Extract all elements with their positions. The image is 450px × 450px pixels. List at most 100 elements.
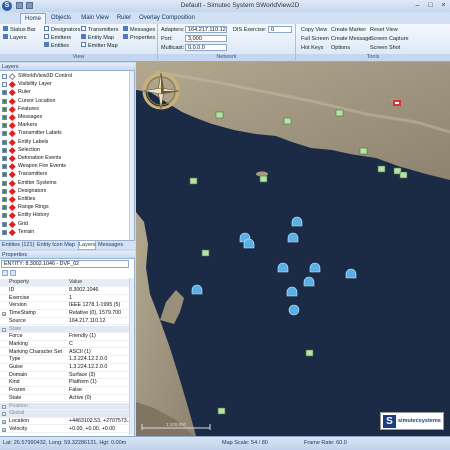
layer-checkbox[interactable] [2, 98, 7, 104]
status-bar-toggle[interactable]: Status Bar [3, 26, 36, 34]
marker-icon[interactable] [335, 109, 344, 117]
emitters-toggle[interactable]: Emitters [44, 34, 71, 42]
property-row[interactable]: ID 8.3002.1046 [0, 287, 129, 295]
property-row[interactable]: Guise 1.3.224.12.2.0.0 [0, 364, 129, 372]
options-button[interactable]: Options [331, 44, 350, 52]
tab-main-view[interactable]: Main View [78, 13, 112, 24]
designators-toggle[interactable]: Designators [44, 26, 80, 34]
marker-icon[interactable] [217, 407, 226, 415]
property-row[interactable]: Version IEEE 1278.1-1995 (5) [0, 302, 129, 310]
friendly-ship-icon[interactable] [191, 284, 203, 295]
friendly-ship-icon[interactable] [303, 276, 315, 287]
layer-checkbox[interactable] [2, 82, 7, 88]
layer-checkbox[interactable] [2, 139, 7, 145]
property-row[interactable]: Kind Platform (1) [0, 379, 129, 387]
friendly-ship-icon[interactable] [286, 286, 298, 297]
screen-shot-button[interactable]: Screen Shot [370, 44, 400, 52]
property-row[interactable]: Force Friendly (1) [0, 333, 129, 341]
port-field[interactable]: 3,000 [185, 35, 227, 42]
property-row[interactable]: + TimeStamp Relative (0), 1579.700 [0, 310, 129, 318]
property-row[interactable]: + Location +4463102.53, +2707573... [0, 418, 129, 426]
entity-map-toggle[interactable]: Entity Map [81, 34, 114, 42]
marker-icon[interactable] [359, 147, 368, 155]
layer-checkbox[interactable] [2, 115, 7, 120]
property-category[interactable]: − State [0, 325, 129, 334]
property-row[interactable]: State Active (0) [0, 395, 129, 403]
create-message-button[interactable]: Create Message [331, 35, 371, 43]
property-category[interactable]: − Global [0, 410, 129, 418]
property-row[interactable]: Exercise 1 [0, 295, 129, 303]
app-logo-icon[interactable]: S [2, 1, 12, 11]
properties-scrollbar[interactable] [129, 278, 134, 435]
layer-checkbox[interactable] [2, 205, 7, 211]
quick-save-icon[interactable] [16, 2, 23, 9]
close-icon[interactable]: × [437, 1, 450, 10]
maximize-icon[interactable]: □ [424, 1, 437, 10]
friendly-ship-icon[interactable] [287, 232, 299, 243]
layer-checkbox[interactable] [2, 197, 7, 202]
alphabetical-icon[interactable] [10, 270, 16, 276]
property-row[interactable]: Domain Surface (3) [0, 372, 129, 380]
expand-icon[interactable]: + [2, 312, 6, 317]
tab-overlay-composition[interactable]: Overlay Composition [138, 13, 196, 24]
create-marker-button[interactable]: Create Marker [331, 26, 366, 34]
multicast-field[interactable]: 0.0.0.0 [185, 44, 227, 51]
expand-icon[interactable]: + [2, 419, 6, 424]
layer-checkbox[interactable] [2, 172, 7, 178]
friendly-ship-icon[interactable] [291, 216, 303, 227]
marker-icon[interactable] [305, 349, 314, 357]
messages-toggle[interactable]: Messages [123, 26, 155, 34]
expand-icon[interactable]: − [2, 404, 6, 409]
reset-view-button[interactable]: Reset View [370, 26, 398, 34]
expand-icon[interactable]: − [2, 327, 6, 332]
layer-checkbox[interactable] [2, 180, 7, 186]
property-row[interactable]: Marking Character Set ASCII (1) [0, 349, 129, 357]
marker-icon[interactable] [259, 175, 268, 183]
layer-checkbox[interactable] [2, 90, 7, 96]
layers-toggle[interactable]: Layers [3, 34, 27, 42]
layer-checkbox[interactable] [2, 188, 7, 194]
property-row[interactable]: Marking C [0, 341, 129, 349]
layer-checkbox[interactable] [2, 229, 7, 235]
tab-objects[interactable]: Objects [49, 13, 73, 24]
tab-layers[interactable]: Layers [78, 241, 96, 250]
entity-select[interactable]: ENTITY: 8.3002.1046 - DVF_02 [1, 260, 129, 268]
dis-exercise-field[interactable]: 0 [268, 26, 292, 33]
map-view[interactable]: 1:100,000 S simutecsystems [136, 62, 450, 436]
adapters-select[interactable]: 164.217.110.12 [185, 26, 227, 33]
layer-checkbox[interactable] [2, 131, 7, 137]
marker-icon[interactable] [399, 171, 408, 179]
copy-view-button[interactable]: Copy View [301, 26, 327, 34]
emitter-map-toggle[interactable]: Emitter Map [81, 42, 118, 50]
tab-entity-icon-map[interactable]: Entity Icon Map [37, 241, 77, 250]
layer-checkbox[interactable] [2, 123, 7, 129]
tab-ruler[interactable]: Ruler [114, 13, 134, 24]
property-category[interactable]: − Position [0, 402, 129, 411]
property-column-header[interactable]: Property [9, 279, 67, 287]
marker-icon[interactable] [201, 249, 210, 257]
layer-checkbox[interactable] [2, 221, 7, 227]
full-screen-button[interactable]: Full Screen [301, 35, 329, 43]
expand-icon[interactable]: − [2, 412, 6, 417]
hot-keys-button[interactable]: Hot Keys [301, 44, 323, 52]
tab-home[interactable]: Home [20, 13, 46, 24]
marker-icon[interactable] [283, 117, 292, 125]
layers-scrollbar[interactable] [129, 71, 134, 240]
property-row[interactable]: Frozen False [0, 387, 129, 395]
screen-capture-button[interactable]: Screen Capture [370, 35, 409, 43]
value-column-header[interactable]: Value [69, 279, 129, 287]
friendly-ship-icon[interactable] [243, 238, 255, 249]
layer-checkbox[interactable] [2, 106, 7, 112]
transmitters-toggle[interactable]: Transmitters [81, 26, 118, 34]
marker-icon[interactable] [377, 165, 386, 173]
minimize-icon[interactable]: – [411, 1, 424, 10]
friendly-ship-icon[interactable] [309, 262, 321, 273]
properties-toggle[interactable]: Properties [123, 34, 155, 42]
selected-entity-marker[interactable] [393, 100, 401, 106]
property-row[interactable]: + Velocity +0.00, +0.00, +0.00 [0, 426, 129, 434]
property-row[interactable]: Type 1.3.224.12.2.0.0 [0, 356, 129, 364]
friendly-ship-icon[interactable] [345, 268, 357, 279]
tab-entities[interactable]: Entities (121) [2, 241, 35, 250]
expand-icon[interactable]: + [2, 427, 6, 432]
layer-checkbox[interactable] [2, 213, 7, 219]
